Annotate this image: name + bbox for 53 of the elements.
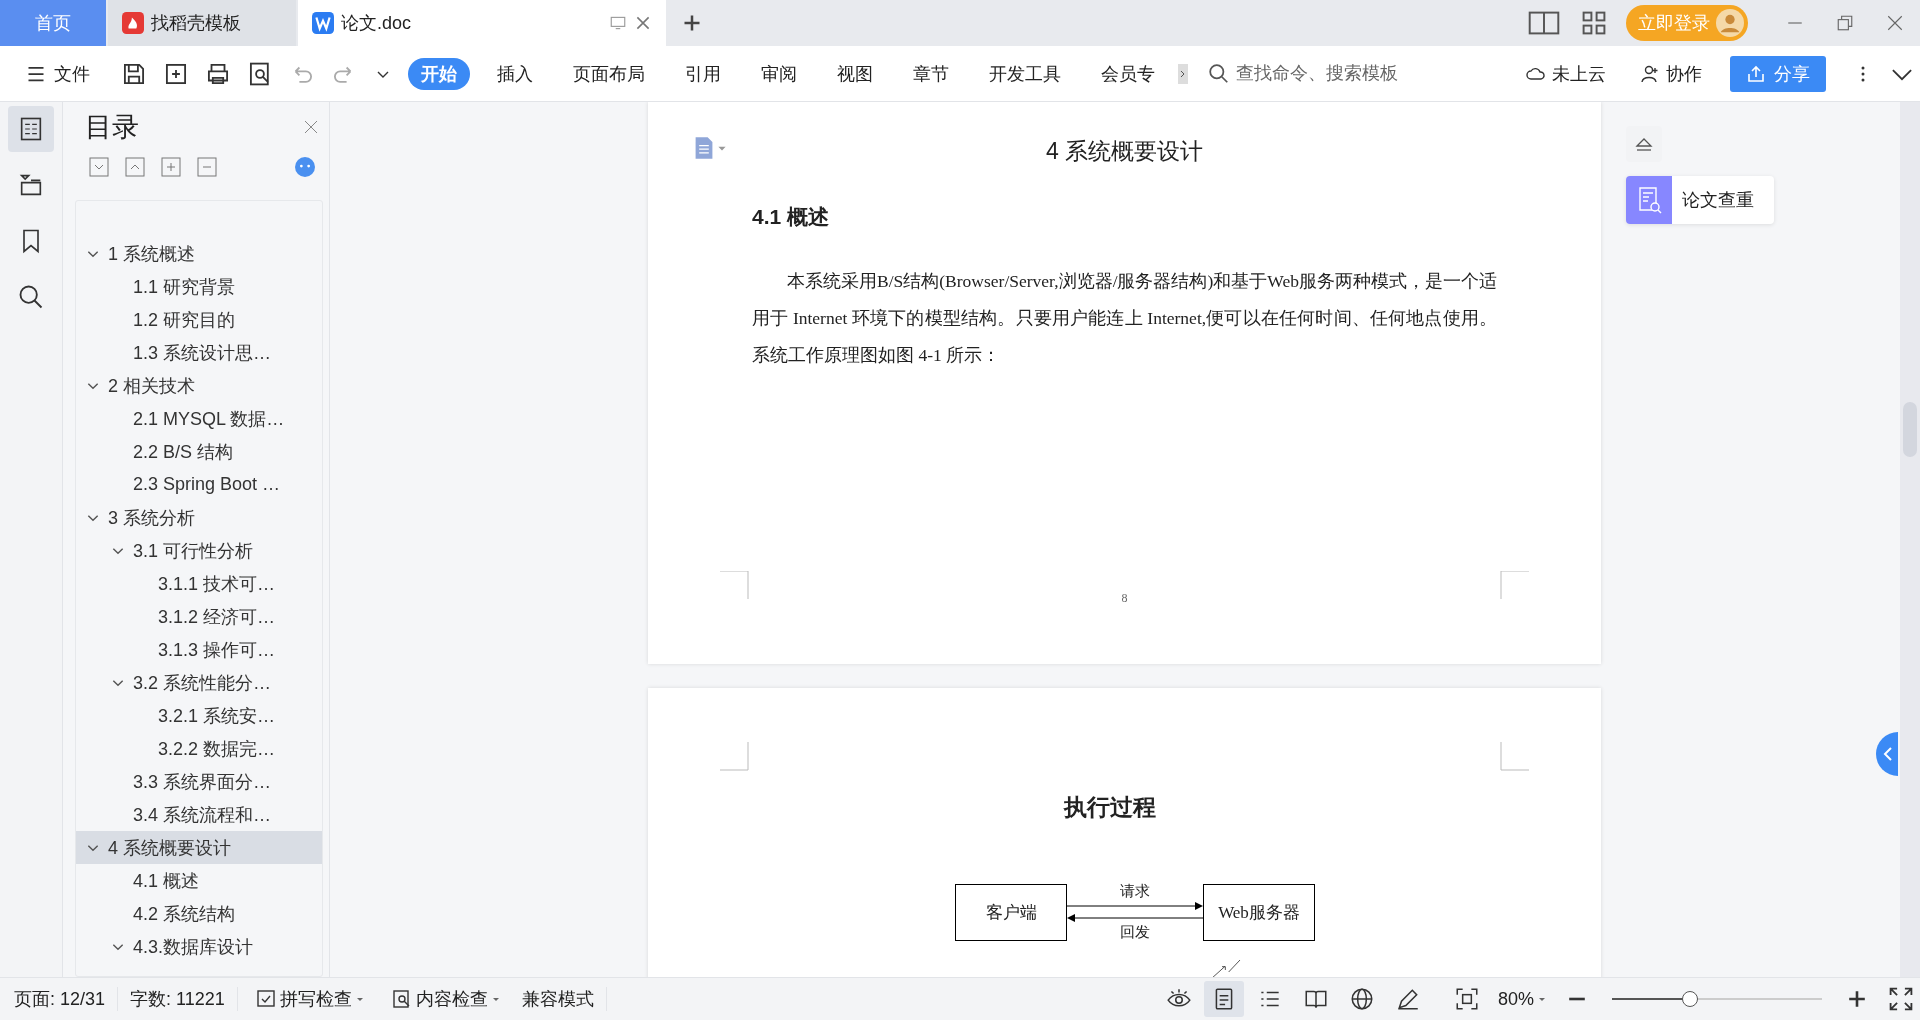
diagram-node: 客户端 — [955, 883, 1067, 941]
ribbon-tab[interactable]: 审阅 — [748, 57, 810, 90]
page-number: 8 — [1121, 591, 1128, 606]
outline-item[interactable]: 3.2 系统性能分… — [76, 666, 322, 699]
outline-item[interactable]: 1.2 研究目的 — [76, 303, 322, 336]
outline-item[interactable]: 3.2.2 数据完… — [76, 732, 322, 765]
document-tab[interactable]: 找稻壳模板 — [108, 0, 296, 46]
command-search-field[interactable]: 查找命令、搜索模板 — [1208, 62, 1428, 85]
outline-item[interactable]: 1.1 研究背景 — [76, 270, 322, 303]
outline-item[interactable]: 3.1.3 操作可… — [76, 633, 322, 666]
page-counter: 页面: 12/31 — [14, 987, 119, 1011]
file-menu[interactable]: 文件 — [20, 60, 96, 87]
ribbon-tab[interactable]: 章节 — [900, 57, 962, 90]
collaborate-button[interactable]: 协作 — [1634, 60, 1708, 87]
compatibility-mode: 兼容模式 — [521, 987, 607, 1011]
outline-item[interactable]: 2 相关技术 — [76, 369, 322, 402]
document-tab[interactable]: 论文.doc — [298, 0, 666, 46]
cloud-status-button[interactable]: 未上云 — [1520, 60, 1612, 87]
figure-title: 执行过程 — [1064, 794, 1157, 822]
ribbon-tab[interactable]: 页面布局 — [560, 57, 658, 90]
ribbon-tab[interactable]: 插入 — [484, 57, 546, 90]
ribbon-tab[interactable]: 会员专 — [1088, 57, 1168, 90]
outline-item[interactable]: 2.1 MYSQL 数据… — [76, 402, 322, 435]
panel-title: 目录 — [85, 111, 140, 144]
outline-item[interactable]: 4.2 系统结构 — [76, 897, 322, 930]
ribbon-tab[interactable]: 引用 — [672, 57, 734, 90]
outline-item[interactable]: 3.1.2 经济可… — [76, 600, 322, 633]
outline-item[interactable]: 3.3 系统界面分… — [76, 765, 322, 798]
ribbon-tab[interactable]: 视图 — [824, 57, 886, 90]
outline-item[interactable]: 3.1.1 技术可… — [76, 567, 322, 600]
outline-item[interactable]: 3 系统分析 — [76, 501, 322, 534]
arrow-label: 请求 — [1120, 883, 1150, 900]
chapter-heading: 4 系统概要设计 — [1044, 137, 1205, 166]
plagiarism-check-button[interactable]: 论文查重 — [1626, 176, 1774, 224]
spell-check-button[interactable]: 拼写检查 — [249, 986, 370, 1012]
outline-item[interactable]: 4.1 概述 — [76, 864, 322, 897]
outline-item[interactable]: 2.3 Spring Boot … — [76, 468, 322, 501]
outline-item[interactable]: 2.2 B/S 结构 — [76, 435, 322, 468]
word-count: 字数: 11221 — [130, 987, 238, 1011]
zoom-dropdown[interactable]: 80% — [1491, 987, 1552, 1011]
ribbon-tab[interactable]: 开发工具 — [976, 57, 1074, 90]
outline-item[interactable]: 3.4 系统流程和… — [76, 798, 322, 831]
outline-item[interactable]: 1.3 系统设计思… — [76, 336, 322, 369]
body-paragraph: 本系统采用B/S结构(Browser/Server,浏览器/服务器结构)和基于Web服务两种模式，是一个适用于 Internet 环境下的模型结构。只要用户能连上 Internet,便可以在任何时间、任何地点使用。系统工作原理图如图 4-1 所示： — [752, 270, 1497, 367]
outline-item[interactable]: 4 系统概要设计 — [76, 831, 322, 864]
arrow-label: 回发 — [1120, 924, 1150, 941]
outline-item[interactable]: 3.1 可行性分析 — [76, 534, 322, 567]
content-check-button[interactable]: 内容检查 — [385, 986, 506, 1012]
outline-item[interactable]: 3.2.1 系统安… — [76, 699, 322, 732]
outline-item[interactable]: 1 系统概述 — [76, 237, 322, 270]
diagram-node: Web服务器 — [1203, 883, 1315, 941]
outline-item[interactable]: 4.3.数据库设计 — [76, 930, 322, 963]
section-heading: 4.1 概述 — [752, 204, 831, 230]
